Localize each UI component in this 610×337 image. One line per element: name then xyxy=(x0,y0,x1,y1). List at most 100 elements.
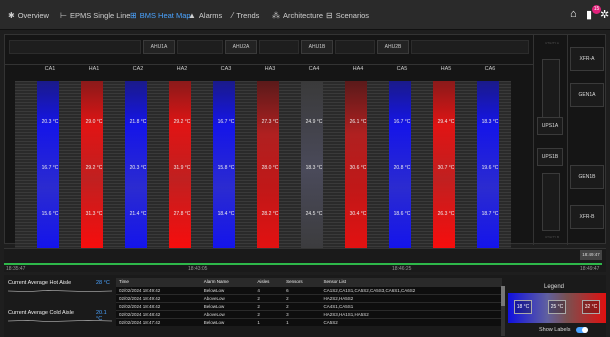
aisle-header: HA5 xyxy=(440,66,452,72)
table-cell: 02/02/2024 18:49:42 xyxy=(116,293,201,302)
home-icon[interactable]: ⌂ xyxy=(570,8,577,20)
aisle-header: HA3 xyxy=(264,66,276,72)
column-header[interactable]: Aisles xyxy=(254,278,284,286)
xfr-a-box[interactable]: XFR-A xyxy=(570,47,604,71)
table-cell: 1 xyxy=(254,317,284,326)
timeline-start: 18:35:47 xyxy=(6,266,26,272)
aisle-header: HA1 xyxy=(88,66,100,72)
rack-row xyxy=(147,81,169,259)
trend-icon: ⁄ xyxy=(232,10,234,20)
table-cell: 3 xyxy=(283,309,321,318)
table-row[interactable]: 02/02/2024 18:49:42 AboveLow 2 2 HA2S2,HA5S2 xyxy=(116,293,502,302)
ahu-1b[interactable]: AHU1B xyxy=(301,40,333,54)
utility-b-box xyxy=(542,173,560,231)
aisle-header: CA1 xyxy=(44,66,56,72)
aisle-header: HA4 xyxy=(352,66,364,72)
ahu-2a[interactable]: AHU2A xyxy=(225,40,257,54)
table-cell: 02/02/2024 18:48:42 xyxy=(116,309,201,318)
tab-alarms[interactable]: ▲ Alarms xyxy=(188,0,222,30)
ahu-1a[interactable]: AHU1A xyxy=(143,40,175,54)
gen1b-box[interactable]: GEN1B xyxy=(570,165,604,189)
tab-epms[interactable]: ⊢ EPMS Single Line xyxy=(60,0,130,30)
rack-row xyxy=(323,81,345,259)
bottom-panel: Current Average Hot Aisle 28 °C Current … xyxy=(4,275,606,337)
timeline-end: 18:49:47 xyxy=(580,266,600,272)
gear-icon[interactable]: ✲ xyxy=(600,8,609,21)
table-cell: 2 xyxy=(283,301,321,310)
tab-overview[interactable]: ✱ Overview xyxy=(8,0,49,30)
timeline-track[interactable] xyxy=(4,263,602,265)
table-row[interactable]: 02/02/2024 18:49:42 BelowLow 4 6 CA1S2,CA1S1… xyxy=(116,285,502,294)
alarm-table: Time Alarm Name Aisles Sensors Sensor List 0… xyxy=(116,278,502,326)
tab-heatmap[interactable]: ⊞ BMS Heat Map xyxy=(130,0,191,30)
rack-row xyxy=(279,81,301,259)
table-cell: HA2S2,HA5S2 xyxy=(320,293,502,302)
table-cell: 02/02/2024 18:47:42 xyxy=(116,317,201,326)
table-cell: 02/02/2024 18:49:42 xyxy=(116,285,201,294)
table-cell: 1 xyxy=(283,317,321,326)
table-row[interactable]: 02/02/2024 18:48:42 BelowLow 2 2 CA4S1,CA5S1 xyxy=(116,301,502,310)
ups1a-box[interactable]: UPS1A xyxy=(537,117,563,135)
table-row[interactable]: 02/02/2024 18:47:42 BelowLow 1 1 CA5S2 xyxy=(116,317,502,326)
column-header[interactable]: Alarm Name xyxy=(200,278,255,286)
rack-row xyxy=(59,81,81,259)
aisle-header: CA4 xyxy=(308,66,320,72)
table-cell: BelowLow xyxy=(200,317,255,326)
show-labels-toggle[interactable] xyxy=(576,327,588,333)
table-cell: BelowLow xyxy=(200,301,255,310)
avg-cold-aisle: Current Average Cold Aisle 20.1 °C xyxy=(8,310,114,322)
xfr-b-box[interactable]: XFR-B xyxy=(570,205,604,229)
legend-high: 32 °C xyxy=(582,300,600,314)
table-cell: 02/02/2024 18:48:42 xyxy=(116,301,201,310)
ups1b-box[interactable]: UPS1B xyxy=(537,148,563,166)
table-cell: CA4S1,CA5S1 xyxy=(320,301,502,310)
table-cell: AboveLow xyxy=(200,293,255,302)
column-header[interactable]: Time xyxy=(116,278,201,286)
aisle-header: CA2 xyxy=(132,66,144,72)
table-cell: 6 xyxy=(283,285,321,294)
rack-row xyxy=(15,81,37,259)
table-row[interactable]: 02/02/2024 18:48:42 AboveLow 2 3 HA2S3,HA1S1… xyxy=(116,309,502,318)
column-header[interactable]: Sensors xyxy=(283,278,321,286)
table-cell: 4 xyxy=(254,285,284,294)
legend-low: 18 °C xyxy=(514,300,532,314)
aisle-header: CA5 xyxy=(396,66,408,72)
gen1a-box[interactable]: GEN1A xyxy=(570,83,604,107)
column-header[interactable]: Sensor List xyxy=(320,278,502,286)
show-labels-label: Show Labels xyxy=(539,327,571,333)
generator-column: XFR-A GEN1A GEN1B XFR-B xyxy=(567,35,605,245)
alarm-scrollbar[interactable] xyxy=(501,286,505,336)
scenarios-icon: ⊟ xyxy=(326,10,333,20)
alarm-table-header: Time Alarm Name Aisles Sensors Sensor List xyxy=(116,278,502,286)
single-line-icon: ⊢ xyxy=(60,10,67,20)
tab-trends[interactable]: ⁄ Trends xyxy=(232,0,259,30)
utility-column: UTILITY A UPS1A UPS1B UTILITY B xyxy=(533,35,567,245)
timeline-current: 18:49:47 xyxy=(580,250,602,260)
timeline[interactable]: 18:49:47 18:35:47 18:43:05 18:46:25 18:4… xyxy=(4,248,606,272)
tab-scenarios[interactable]: ⊟ Scenarios xyxy=(326,0,369,30)
tab-architecture[interactable]: ⁂ Architecture xyxy=(272,0,323,30)
architecture-icon: ⁂ xyxy=(272,10,280,20)
avg-hot-aisle: Current Average Hot Aisle 28 °C xyxy=(8,280,114,292)
ahu-row: AHU1A AHU2A AHU1B AHU2B xyxy=(5,35,533,65)
table-cell: CA5S2 xyxy=(320,317,502,326)
hot-sparkline xyxy=(8,290,112,292)
rack-row xyxy=(367,81,389,259)
heatmap-panel: AHU1A AHU2A AHU1B AHU2B CA1 20.3 °C 16.7 °… xyxy=(4,34,606,271)
table-cell: BelowLow xyxy=(200,285,255,294)
table-cell: AboveLow xyxy=(200,309,255,318)
aisle-header: CA3 xyxy=(220,66,232,72)
legend-gradient: 18 °C 25 °C 32 °C xyxy=(508,293,606,323)
ahu-2b[interactable]: AHU2B xyxy=(377,40,409,54)
aisle-header: CA6 xyxy=(484,66,496,72)
top-nav-bar: ✱ Overview ⊢ EPMS Single Line ⊞ BMS Heat Ma… xyxy=(0,0,610,30)
table-cell: HA2S3,HA1S1,HA5S2 xyxy=(320,309,502,318)
legend-title: Legend xyxy=(544,284,565,290)
rack-row xyxy=(103,81,125,259)
bell-icon: ▲ xyxy=(188,10,196,20)
cold-sparkline xyxy=(8,320,112,322)
table-cell: 2 xyxy=(254,309,284,318)
rack-row xyxy=(235,81,257,259)
rack-row xyxy=(499,81,511,259)
scrollbar-thumb[interactable] xyxy=(501,286,505,306)
